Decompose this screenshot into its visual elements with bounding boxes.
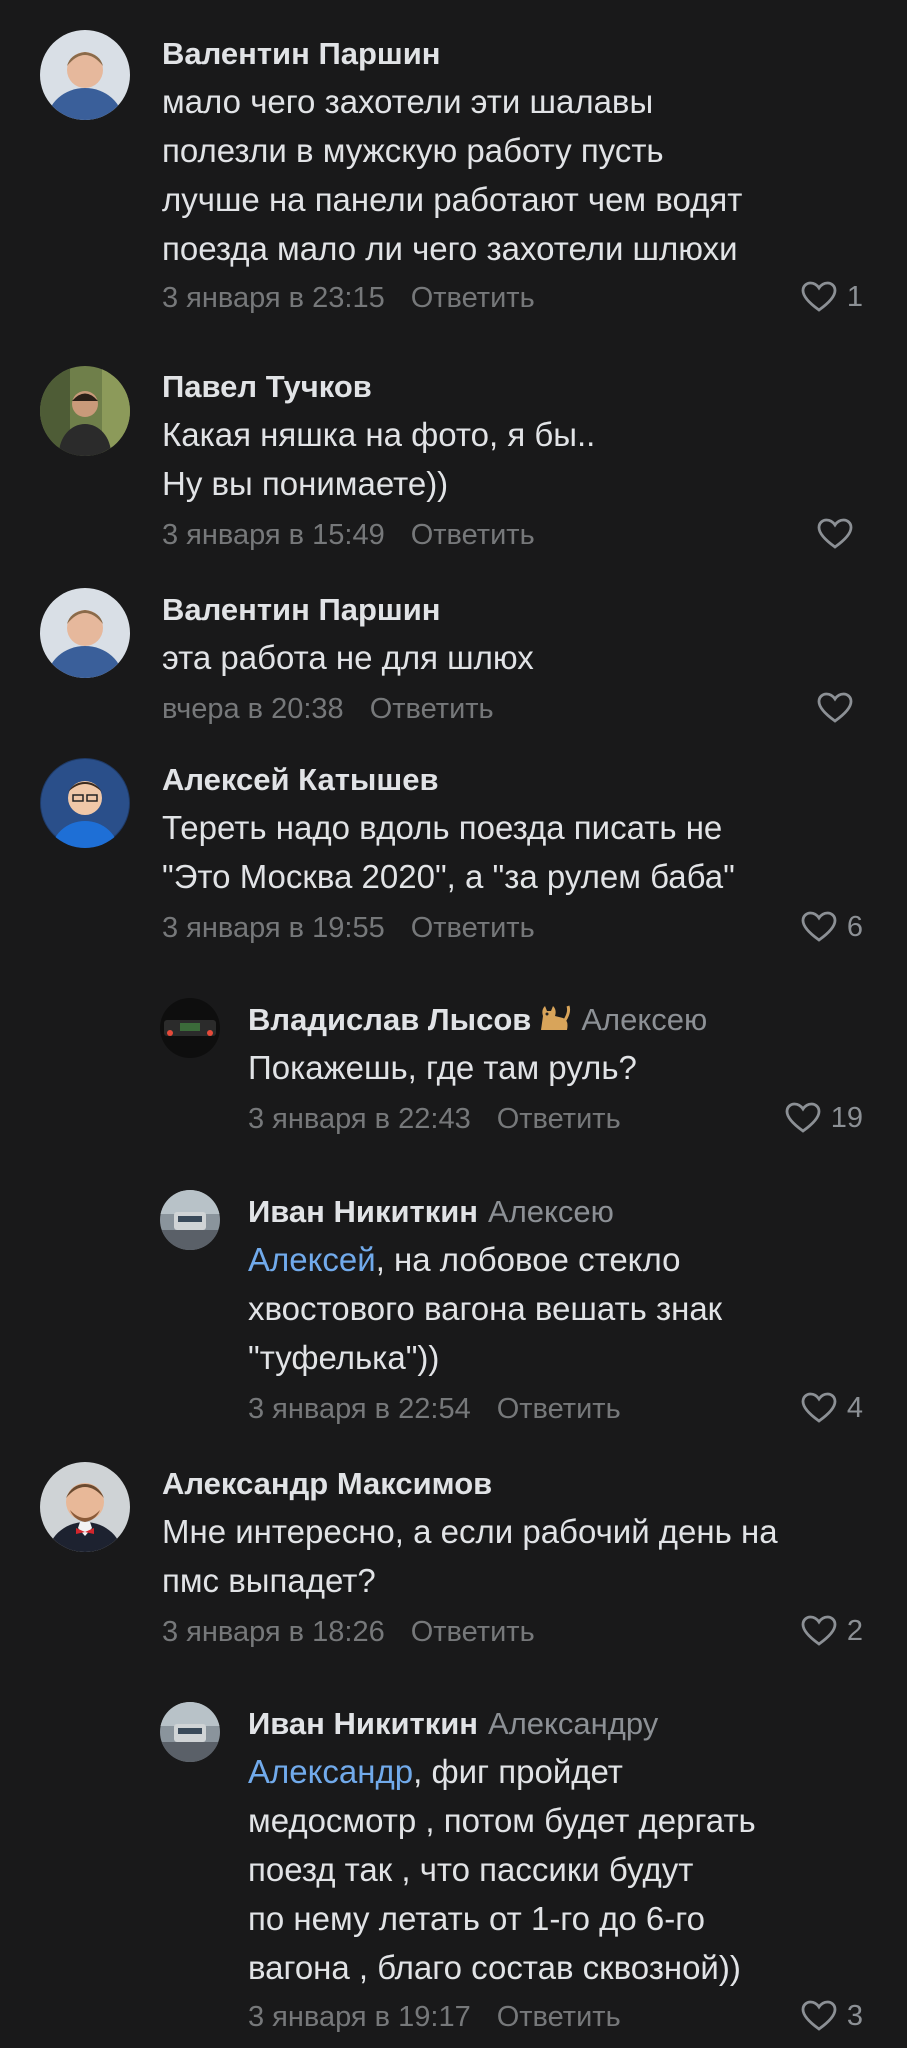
- author-name[interactable]: Александр Максимов: [162, 1466, 492, 1502]
- avatar[interactable]: [160, 1702, 220, 1762]
- reply-button[interactable]: Ответить: [411, 282, 535, 314]
- mention-link[interactable]: Александр: [248, 1753, 413, 1790]
- like-count: 2: [846, 1614, 863, 1647]
- comment-text: Мне интересно, а если рабочий день на пм…: [162, 1513, 778, 1599]
- comment-text: Какая няшка на фото, я бы.. Ну вы понима…: [162, 416, 596, 502]
- author-name[interactable]: Владислав Лысов Алексею: [248, 1002, 707, 1040]
- like-button[interactable]: 19: [785, 1100, 863, 1136]
- heart-icon: [817, 692, 853, 723]
- avatar[interactable]: [40, 30, 130, 120]
- avatar[interactable]: [160, 998, 220, 1058]
- author-name[interactable]: Иван Никиткин Александру: [248, 1706, 658, 1742]
- avatar[interactable]: [40, 366, 130, 456]
- comment-text: Александр, фиг пройдет медосмотр , потом…: [248, 1753, 756, 1986]
- author-name[interactable]: Павел Тучков: [162, 369, 372, 405]
- timestamp: 3 января в 19:17: [248, 2001, 471, 2033]
- comment-text: Покажешь, где там руль?: [248, 1049, 637, 1086]
- timestamp: 3 января в 18:26: [162, 1616, 385, 1648]
- author-name[interactable]: Валентин Паршин: [162, 36, 441, 72]
- reply-to-name[interactable]: Алексею: [488, 1194, 614, 1229]
- like-button[interactable]: 1: [801, 279, 863, 315]
- heart-icon: [801, 2000, 837, 2031]
- comment-meta: 3 января в 23:15 Ответить: [162, 281, 535, 315]
- cat-emoji-icon: [537, 1002, 571, 1040]
- comment-text: мало чего захотели эти шалавы полезли в …: [162, 83, 743, 267]
- timestamp: 3 января в 22:54: [248, 1393, 471, 1425]
- heart-icon: [801, 1615, 837, 1646]
- like-button[interactable]: [817, 516, 863, 552]
- like-button[interactable]: 2: [801, 1613, 863, 1649]
- comment: Павел Тучков Какая няшка на фото, я бы..…: [0, 340, 907, 572]
- mention-link[interactable]: Алексей: [248, 1241, 376, 1278]
- like-count: 6: [846, 910, 863, 943]
- like-count: 19: [830, 1101, 863, 1134]
- comment-meta: 3 января в 15:49 Ответить: [162, 518, 535, 552]
- reply-button[interactable]: Ответить: [497, 2001, 621, 2033]
- comment-text: эта работа не для шлюх: [162, 639, 534, 676]
- reply-comment: Иван Никиткин Александру Александр, фиг п…: [0, 1672, 907, 2048]
- reply-button[interactable]: Ответить: [370, 693, 494, 725]
- comment: Александр Максимов Мне интересно, а если…: [0, 1422, 907, 1672]
- heart-icon: [785, 1102, 821, 1133]
- comment-text: Алексей, на лобовое стекло хвостового ва…: [248, 1241, 723, 1376]
- comment-meta: 3 января в 19:55 Ответить: [162, 911, 535, 945]
- like-button[interactable]: 6: [801, 909, 863, 945]
- heart-icon: [801, 281, 837, 312]
- avatar[interactable]: [40, 1462, 130, 1552]
- reply-comment: Иван Никиткин Алексею Алексей, на лобовое…: [0, 1144, 907, 1425]
- like-button[interactable]: 3: [801, 1998, 863, 2034]
- timestamp: 3 января в 22:43: [248, 1103, 471, 1135]
- reply-comment: Владислав Лысов Алексею Покажешь, где там…: [0, 962, 907, 1144]
- comment-meta: 3 января в 22:54 Ответить: [248, 1392, 621, 1426]
- reply-to-name[interactable]: Александру: [488, 1706, 658, 1741]
- heart-icon: [801, 911, 837, 942]
- heart-icon: [801, 1392, 837, 1423]
- comment-meta: 3 января в 22:43 Ответить: [248, 1102, 621, 1136]
- author-name[interactable]: Иван Никиткин Алексею: [248, 1194, 614, 1230]
- avatar[interactable]: [160, 1190, 220, 1250]
- timestamp: 3 января в 15:49: [162, 519, 385, 551]
- timestamp: 3 января в 23:15: [162, 282, 385, 314]
- like-button[interactable]: 4: [801, 1390, 863, 1426]
- timestamp: 3 января в 19:55: [162, 912, 385, 944]
- avatar[interactable]: [40, 758, 130, 848]
- author-name[interactable]: Валентин Паршин: [162, 592, 441, 628]
- comment-text: Тереть надо вдоль поезда писать не "Это …: [162, 809, 735, 895]
- like-count: 3: [846, 1999, 863, 2032]
- comment-meta: 3 января в 18:26 Ответить: [162, 1615, 535, 1649]
- avatar[interactable]: [40, 588, 130, 678]
- like-button[interactable]: [817, 690, 863, 726]
- reply-button[interactable]: Ответить: [497, 1103, 621, 1135]
- author-name[interactable]: Алексей Катышев: [162, 762, 439, 798]
- reply-button[interactable]: Ответить: [497, 1393, 621, 1425]
- timestamp: вчера в 20:38: [162, 693, 344, 725]
- comment: Валентин Паршин мало чего захотели эти ш…: [0, 0, 907, 340]
- reply-button[interactable]: Ответить: [411, 912, 535, 944]
- comment-meta: вчера в 20:38 Ответить: [162, 692, 494, 726]
- reply-button[interactable]: Ответить: [411, 519, 535, 551]
- comment: Алексей Катышев Тереть надо вдоль поезда…: [0, 742, 907, 962]
- like-count: 1: [846, 280, 863, 313]
- reply-button[interactable]: Ответить: [411, 1616, 535, 1648]
- heart-icon: [817, 518, 853, 549]
- comment-meta: 3 января в 19:17 Ответить: [248, 2000, 621, 2034]
- like-count: 4: [846, 1391, 863, 1424]
- comment: Валентин Паршин эта работа не для шлюх в…: [0, 572, 907, 742]
- reply-to-name[interactable]: Алексею: [581, 1002, 707, 1037]
